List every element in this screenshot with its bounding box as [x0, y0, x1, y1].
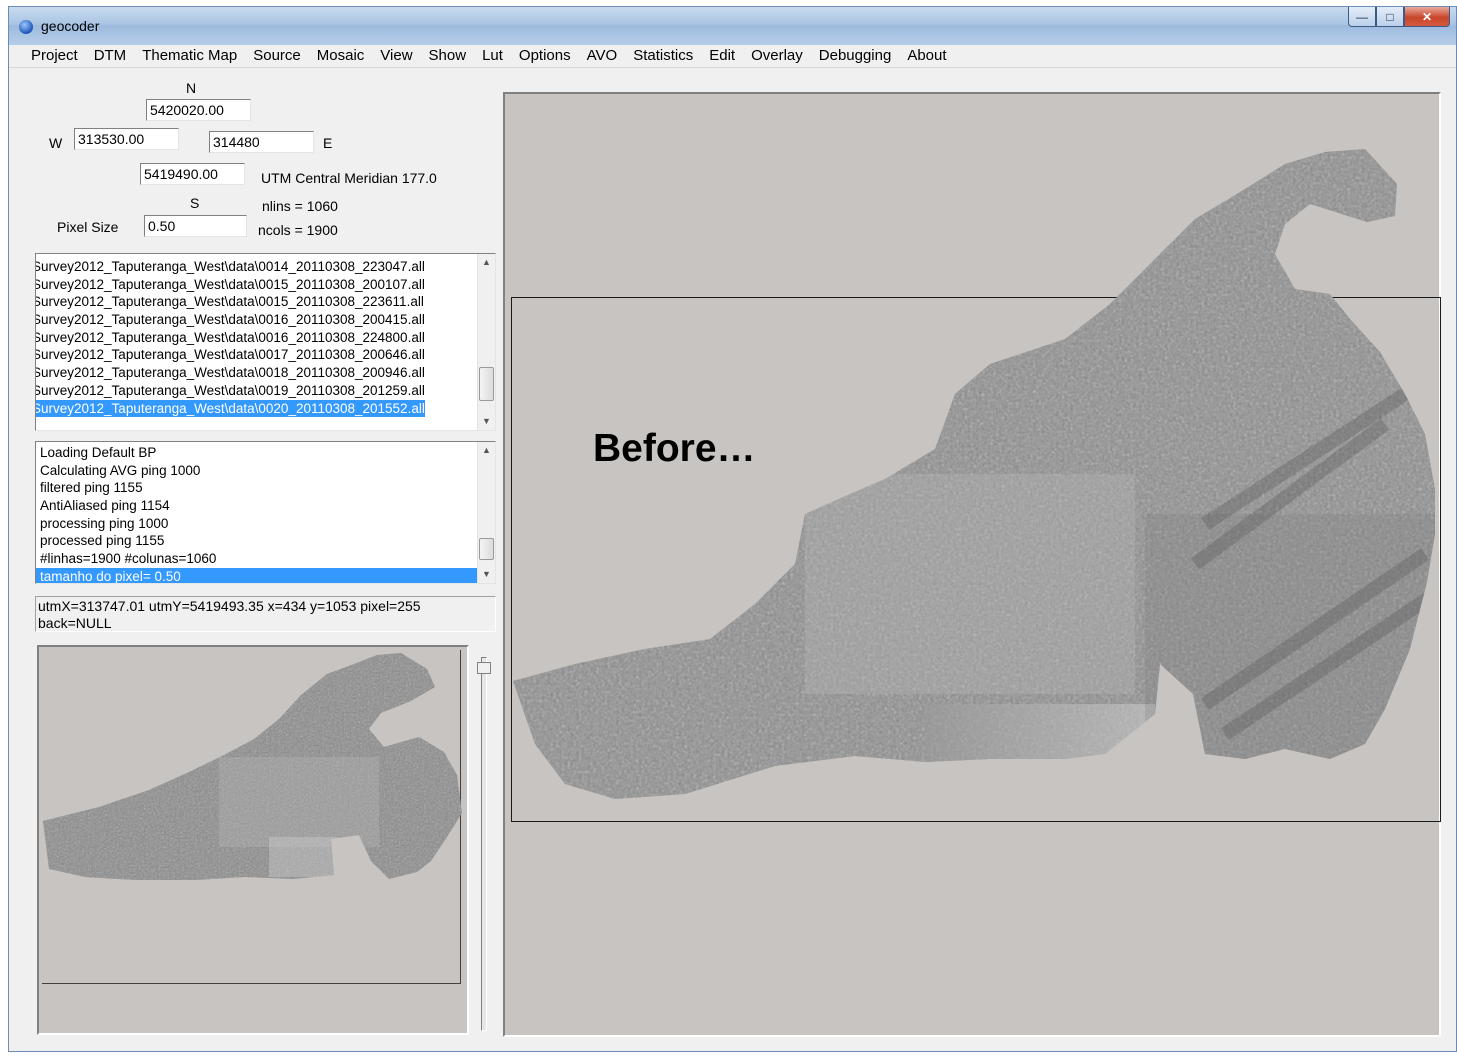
log-list: Loading Default BP Calculating AVG ping 1… [35, 441, 496, 584]
menu-item-project[interactable]: Project [23, 45, 86, 67]
file-list-scrollbar[interactable]: ▲ ▼ [477, 254, 495, 430]
file-list: Survey2012_Taputeranga_West\data\0014_20… [35, 253, 496, 431]
file-list-item[interactable]: Survey2012_Taputeranga_West\data\0018_20… [36, 364, 425, 382]
pixel-size-label: Pixel Size [57, 219, 119, 235]
pixel-size-field[interactable]: 0.50 [144, 215, 247, 237]
menu-item-view[interactable]: View [372, 45, 420, 67]
log-list-item[interactable]: tamanho do pixel= 0.50 [36, 567, 478, 583]
east-label: E [323, 135, 333, 151]
menu-item-mosaic[interactable]: Mosaic [309, 45, 373, 67]
menu-item-show[interactable]: Show [421, 45, 475, 67]
scroll-down-icon[interactable]: ▼ [478, 413, 495, 430]
app-window: geocoder — □ ✕ Project DTM Thematic Map Sou… [8, 6, 1457, 1052]
menu-item-debugging[interactable]: Debugging [811, 45, 900, 67]
menu-item-thematic-map[interactable]: Thematic Map [134, 45, 245, 67]
status-line-2: back=NULL [38, 615, 112, 631]
menu-item-about[interactable]: About [899, 45, 954, 67]
nlins-text: nlins = 1060 [262, 198, 338, 214]
main-mosaic-image[interactable]: Before… [505, 94, 1439, 1035]
menu-item-avo[interactable]: AVO [579, 45, 626, 67]
minimize-icon: — [1356, 9, 1368, 24]
window-controls: — □ ✕ [1348, 7, 1450, 29]
log-list-item[interactable]: AntiAliased ping 1154 [36, 497, 478, 515]
close-button[interactable]: ✕ [1404, 7, 1450, 27]
scroll-up-icon[interactable]: ▲ [478, 442, 495, 459]
log-list-scrollbar[interactable]: ▲ ▼ [477, 442, 495, 583]
title-bar[interactable]: geocoder — □ ✕ [9, 7, 1456, 45]
menu-item-source[interactable]: Source [245, 45, 309, 67]
menu-item-dtm[interactable]: DTM [86, 45, 135, 67]
log-list-item[interactable]: processed ping 1155 [36, 532, 478, 550]
before-annotation: Before… [593, 427, 756, 470]
status-readout: utmX=313747.01 utmY=5419493.35 x=434 y=1… [35, 596, 496, 632]
utm-meridian-text: UTM Central Meridian 177.0 [261, 170, 437, 186]
overview-mosaic-image[interactable] [39, 647, 467, 1033]
log-list-item[interactable]: processing ping 1000 [36, 515, 478, 533]
globe-icon [19, 20, 33, 34]
main-display-panel[interactable]: Before… [503, 92, 1441, 1037]
menu-bar: Project DTM Thematic Map Source Mosaic View Sh… [9, 45, 1456, 68]
file-list-item[interactable]: Survey2012_Taputeranga_West\data\0016_20… [36, 311, 425, 329]
log-rows: Loading Default BP Calculating AVG ping 1… [36, 444, 478, 583]
menu-item-options[interactable]: Options [511, 45, 579, 67]
east-field[interactable]: 314480 [209, 131, 314, 153]
scroll-up-icon[interactable]: ▲ [478, 254, 495, 271]
scroll-down-icon[interactable]: ▼ [478, 566, 495, 583]
menu-item-lut[interactable]: Lut [474, 45, 511, 67]
menu-item-overlay[interactable]: Overlay [743, 45, 811, 67]
west-field[interactable]: 313530.00 [74, 128, 179, 150]
south-label: S [190, 195, 200, 211]
south-field[interactable]: 5419490.00 [140, 163, 245, 185]
north-field[interactable]: 5420020.00 [146, 99, 251, 121]
file-rows: Survey2012_Taputeranga_West\data\0014_20… [36, 258, 425, 418]
file-list-item[interactable]: Survey2012_Taputeranga_West\data\0019_20… [36, 382, 425, 400]
west-label: W [49, 135, 63, 151]
maximize-icon: □ [1386, 9, 1394, 24]
north-label: N [186, 80, 197, 96]
log-list-item[interactable]: filtered ping 1155 [36, 479, 478, 497]
file-list-item[interactable]: Survey2012_Taputeranga_West\data\0014_20… [36, 258, 425, 276]
window-title: geocoder [41, 18, 100, 34]
overview-panel[interactable] [37, 645, 469, 1035]
menu-item-statistics[interactable]: Statistics [625, 45, 701, 67]
zoom-slider-thumb[interactable] [477, 662, 491, 674]
file-list-item[interactable]: Survey2012_Taputeranga_West\data\0016_20… [36, 329, 425, 347]
scroll-thumb[interactable] [479, 367, 494, 401]
minimize-button[interactable]: — [1348, 7, 1376, 27]
status-line-1: utmX=313747.01 utmY=5419493.35 x=434 y=1… [38, 598, 421, 614]
maximize-button[interactable]: □ [1376, 7, 1404, 27]
file-list-item[interactable]: Survey2012_Taputeranga_West\data\0017_20… [36, 346, 425, 364]
file-list-item[interactable]: Survey2012_Taputeranga_West\data\0015_20… [36, 276, 425, 294]
menu-item-edit[interactable]: Edit [701, 45, 743, 67]
zoom-slider-track[interactable] [481, 657, 487, 1031]
file-list-item[interactable]: Survey2012_Taputeranga_West\data\0015_20… [36, 293, 425, 311]
log-list-item[interactable]: Calculating AVG ping 1000 [36, 462, 478, 480]
ncols-text: ncols = 1900 [258, 222, 338, 238]
log-list-item[interactable]: Loading Default BP [36, 444, 478, 462]
close-icon: ✕ [1421, 9, 1433, 24]
file-list-item[interactable]: Survey2012_Taputeranga_West\data\0020_20… [36, 399, 425, 418]
scroll-thumb[interactable] [479, 538, 494, 560]
log-list-item[interactable]: #linhas=1900 #colunas=1060 [36, 550, 478, 568]
